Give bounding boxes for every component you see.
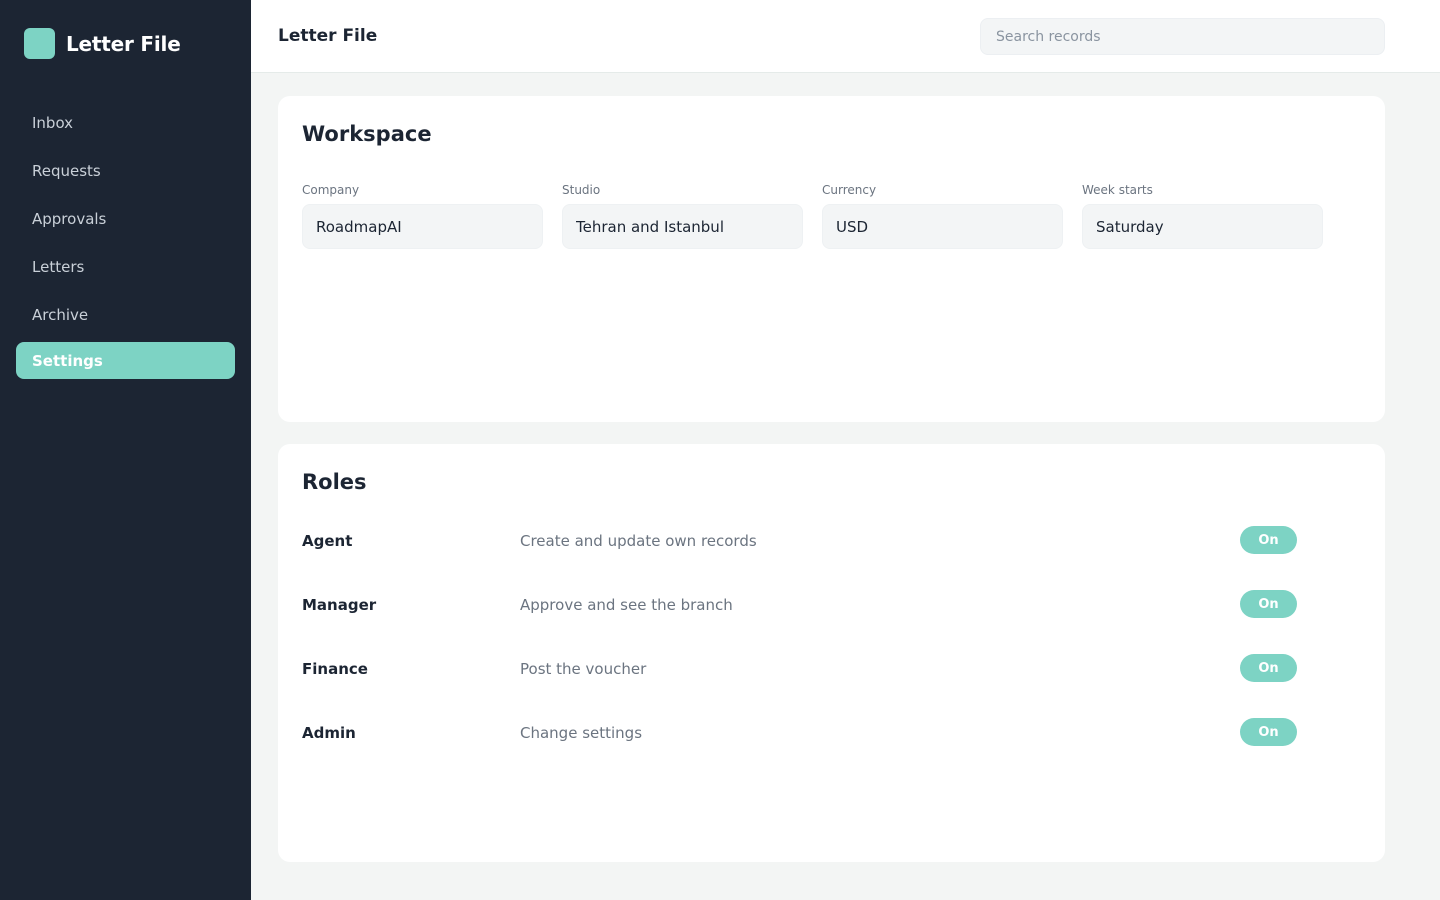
app-logo-icon: [24, 28, 55, 59]
sidebar-item-inbox[interactable]: Inbox: [16, 104, 235, 141]
studio-field[interactable]: [562, 204, 803, 249]
company-label: Company: [302, 183, 360, 197]
company-field-group: Company: [302, 183, 543, 249]
currency-label: Currency: [822, 183, 877, 197]
currency-field[interactable]: [822, 204, 1063, 249]
topbar: Letter File: [251, 0, 1440, 73]
app-name: Letter File: [66, 31, 181, 56]
sidebar-item-archive[interactable]: Archive: [16, 296, 235, 333]
roles-title: Roles: [302, 470, 367, 494]
role-row-manager: Manager Approve and see the branch On: [302, 590, 1297, 620]
role-admin-toggle[interactable]: On: [1240, 718, 1297, 746]
role-description: Post the voucher: [520, 660, 647, 678]
role-row-agent: Agent Create and update own records On: [302, 526, 1297, 556]
week-starts-field[interactable]: [1082, 204, 1323, 249]
week-starts-label: Week starts: [1082, 183, 1153, 197]
role-description: Create and update own records: [520, 532, 757, 550]
workspace-card: Workspace Company Studio Currency Week s…: [278, 96, 1385, 422]
page-title: Letter File: [278, 26, 378, 46]
studio-field-group: Studio: [562, 183, 803, 249]
roles-card: Roles Agent Create and update own record…: [278, 444, 1385, 862]
sidebar-item-approvals[interactable]: Approvals: [16, 200, 235, 237]
role-name: Admin: [302, 724, 356, 742]
role-name: Manager: [302, 596, 377, 614]
sidebar-item-letters[interactable]: Letters: [16, 248, 235, 285]
role-row-finance: Finance Post the voucher On: [302, 654, 1297, 684]
role-agent-toggle[interactable]: On: [1240, 526, 1297, 554]
sidebar-item-requests[interactable]: Requests: [16, 152, 235, 189]
role-manager-toggle[interactable]: On: [1240, 590, 1297, 618]
company-field[interactable]: [302, 204, 543, 249]
sidebar: Letter File Inbox Requests Approvals Let…: [0, 0, 251, 900]
currency-field-group: Currency: [822, 183, 1063, 249]
role-name: Finance: [302, 660, 368, 678]
role-description: Approve and see the branch: [520, 596, 733, 614]
sidebar-item-settings[interactable]: Settings: [16, 342, 235, 379]
role-finance-toggle[interactable]: On: [1240, 654, 1297, 682]
brand: Letter File: [24, 28, 181, 59]
search-input[interactable]: [980, 18, 1385, 55]
workspace-title: Workspace: [302, 122, 432, 146]
week-starts-field-group: Week starts: [1082, 183, 1323, 249]
role-name: Agent: [302, 532, 353, 550]
studio-label: Studio: [562, 183, 601, 197]
role-row-admin: Admin Change settings On: [302, 718, 1297, 748]
role-description: Change settings: [520, 724, 643, 742]
